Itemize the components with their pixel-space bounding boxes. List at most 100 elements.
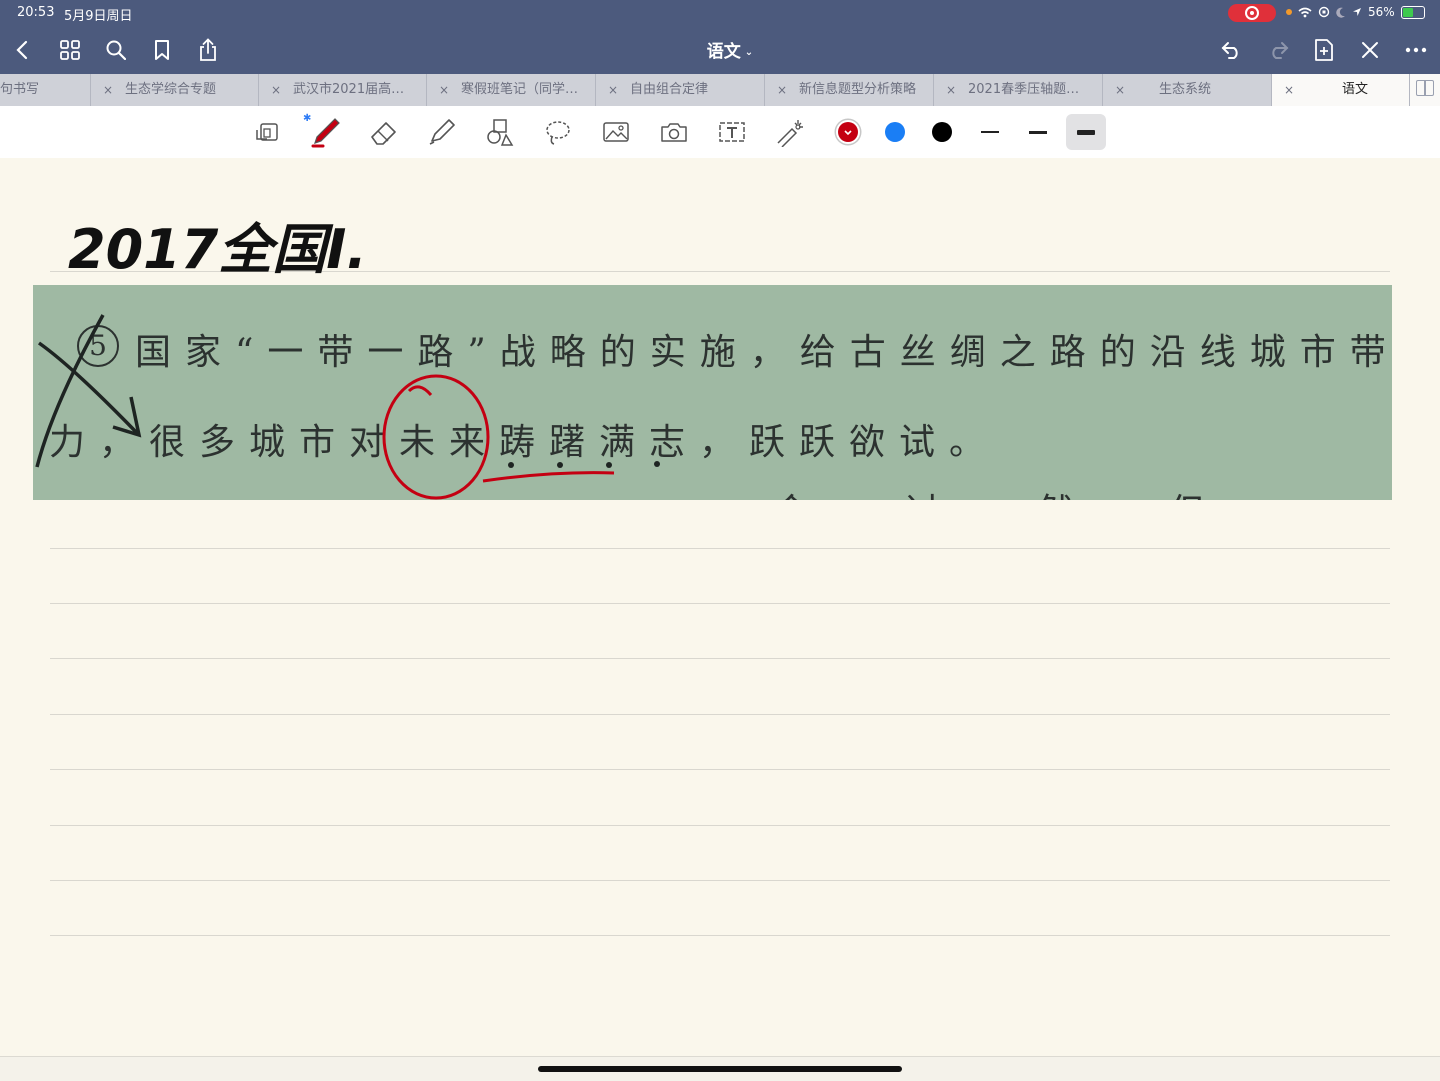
highlighter-tool[interactable] — [424, 114, 460, 150]
battery-icon — [1400, 5, 1425, 19]
text-box-tool[interactable] — [714, 114, 750, 150]
stroke-width-thin[interactable] — [972, 114, 1008, 150]
stroke-width-thick[interactable] — [1066, 114, 1106, 150]
split-view-icon[interactable] — [1416, 80, 1434, 96]
top-toolbar: 语文 ⌄ — [0, 26, 1440, 74]
status-bar: 20:53 5月9日周日 56% — [0, 0, 1440, 26]
chevron-down-icon: ⌄ — [744, 46, 754, 58]
thick-line-icon — [1077, 129, 1095, 135]
undo-icon — [1221, 42, 1238, 59]
close-icon[interactable]: × — [946, 74, 956, 106]
tab-5[interactable]: × 新信息题型分析策略 — [765, 74, 934, 106]
thin-line-icon — [981, 131, 999, 133]
eraser-tool[interactable] — [366, 114, 402, 150]
redo-icon — [1272, 42, 1289, 59]
chevron-left-icon — [16, 40, 28, 60]
tab-6[interactable]: × 2021春季压轴题… — [934, 74, 1103, 106]
ruled-line — [50, 935, 1390, 936]
hide-toolbar-button[interactable] — [1354, 34, 1386, 66]
tab-label: 寒假班笔记（同学… — [461, 82, 579, 97]
tab-3[interactable]: × 寒假班笔记（同学… — [427, 74, 596, 106]
back-button[interactable] — [6, 34, 38, 66]
emphasis-dot — [557, 462, 563, 468]
tab-label: 生态学综合专题 — [125, 82, 217, 97]
search-button[interactable] — [100, 34, 132, 66]
close-icon[interactable]: × — [1284, 74, 1294, 106]
tab-label: 生态系统 — [1159, 82, 1212, 97]
tab-8-active[interactable]: × 语文 — [1272, 74, 1410, 106]
redo-button[interactable] — [1262, 34, 1294, 66]
image-tool[interactable] — [598, 114, 634, 150]
document-title[interactable]: 语文 ⌄ — [680, 37, 780, 62]
close-icon[interactable]: × — [103, 74, 113, 106]
red-circle-annotation — [382, 374, 490, 500]
thumbnails-button[interactable] — [54, 34, 86, 66]
tab-label: 新信息题型分析策略 — [799, 82, 917, 97]
laser-pointer-tool[interactable] — [772, 114, 808, 150]
page-layout-button[interactable] — [250, 114, 286, 150]
tab-7[interactable]: × 生态系统 — [1103, 74, 1272, 106]
camera-icon — [661, 123, 687, 142]
tab-label: 武汉市2021届高… — [293, 82, 405, 97]
bookmark-button[interactable] — [146, 34, 178, 66]
color-swatch-blue[interactable] — [885, 122, 905, 142]
ruled-line — [50, 825, 1390, 826]
ruled-line — [50, 880, 1390, 881]
tab-label: 句书写 — [0, 82, 40, 97]
grid-icon — [60, 40, 80, 60]
note-page[interactable]: 2017全国Ⅰ. 5 国家“一带一路”战略的实施，给古丝绸之路的沿线城市带来了活… — [0, 158, 1440, 1056]
tab-label: 语文 — [1342, 82, 1369, 97]
pasted-photo[interactable]: 5 国家“一带一路”战略的实施，给古丝绸之路的沿线城市带来了活 力，很多城市对未… — [33, 285, 1392, 500]
tab-0[interactable]: 句书写 — [0, 74, 91, 106]
status-icons: 56% — [1286, 5, 1425, 19]
pen-tool[interactable] — [308, 114, 344, 150]
more-button[interactable] — [1400, 34, 1432, 66]
tab-4[interactable]: × 自由组合定律 — [596, 74, 765, 106]
tab-label: 自由组合定律 — [630, 82, 709, 97]
ruled-line — [50, 769, 1390, 770]
add-page-icon — [1315, 39, 1333, 61]
eraser-icon — [371, 122, 396, 145]
ruled-line — [50, 603, 1390, 604]
close-icon[interactable]: × — [271, 74, 281, 106]
tab-2[interactable]: × 武汉市2021届高… — [259, 74, 427, 106]
red-underline-annotation — [482, 471, 615, 483]
text-box-icon — [719, 122, 745, 142]
close-icon[interactable]: × — [777, 74, 787, 106]
color-swatch-black[interactable] — [932, 122, 952, 142]
camera-tool[interactable] — [656, 114, 692, 150]
color-swatch-red[interactable] — [838, 122, 858, 142]
share-icon — [200, 38, 216, 61]
undo-button[interactable] — [1216, 34, 1248, 66]
location-icon — [1353, 8, 1361, 16]
add-page-button[interactable] — [1308, 34, 1340, 66]
ruled-line — [50, 658, 1390, 659]
screen-recording-indicator[interactable] — [1228, 4, 1276, 22]
pen-off-icon — [1362, 42, 1378, 58]
status-time: 20:53 — [17, 5, 55, 20]
shapes-icon — [487, 119, 514, 146]
tab-label: 2021春季压轴题… — [968, 82, 1080, 97]
shapes-tool[interactable] — [482, 114, 518, 150]
battery-percent: 56% — [1368, 5, 1395, 19]
more-icon — [1405, 47, 1427, 53]
lasso-tool[interactable] — [540, 114, 576, 150]
page-layout-icon — [256, 123, 278, 141]
chevron-down-icon — [844, 130, 852, 136]
close-icon[interactable]: × — [439, 74, 449, 106]
emphasis-dot — [606, 462, 612, 468]
emphasis-dot — [654, 461, 660, 467]
stroke-width-medium[interactable] — [1020, 114, 1056, 150]
medium-line-icon — [1029, 130, 1047, 134]
record-icon — [1245, 6, 1259, 20]
ruled-line — [50, 714, 1390, 715]
highlighter-icon — [429, 119, 455, 145]
close-icon[interactable]: × — [608, 74, 618, 106]
pen-icon — [311, 118, 340, 148]
emphasis-dot — [508, 462, 514, 468]
share-button[interactable] — [192, 34, 224, 66]
tab-1[interactable]: × 生态学综合专题 — [91, 74, 259, 106]
close-icon[interactable]: × — [1115, 74, 1125, 106]
home-indicator[interactable] — [538, 1066, 902, 1072]
handwritten-title: 2017全国Ⅰ. — [68, 216, 368, 284]
